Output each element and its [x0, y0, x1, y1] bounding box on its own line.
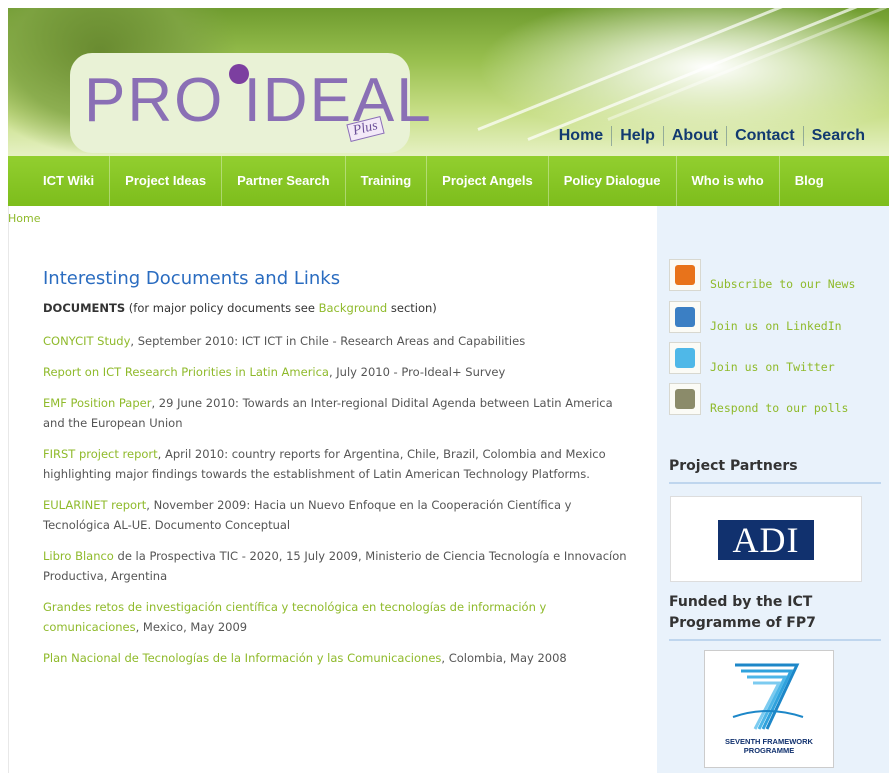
document-item: EMF Position Paper, 29 June 2010: Toward…: [43, 393, 633, 433]
content-left-border: [8, 206, 9, 773]
page-title: Interesting Documents and Links: [43, 268, 341, 289]
background-link[interactable]: Background: [319, 301, 388, 315]
twitter-link[interactable]: Join us on Twitter: [710, 360, 835, 374]
document-item: Report on ICT Research Priorities in Lat…: [43, 362, 633, 382]
document-description: , July 2010 - Pro-Ideal+ Survey: [328, 365, 506, 379]
social-item-twitter: Join us on Twitter: [669, 342, 889, 376]
breadcrumb-home-link[interactable]: Home: [8, 212, 40, 225]
document-link[interactable]: EULARINET report: [43, 498, 146, 512]
nav-partner-search[interactable]: Partner Search: [222, 156, 346, 206]
topnav-about-link[interactable]: About: [662, 126, 726, 146]
document-item: FIRST project report, April 2010: countr…: [43, 444, 633, 484]
main-navigation: ICT Wiki Project Ideas Partner Search Tr…: [8, 156, 889, 206]
document-description: , Mexico, May 2009: [135, 620, 248, 634]
twitter-icon[interactable]: [669, 342, 701, 374]
topnav-contact-link[interactable]: Contact: [726, 126, 803, 146]
document-link[interactable]: Plan Nacional de Tecnologías de la Infor…: [43, 651, 441, 665]
document-link[interactable]: EMF Position Paper: [43, 396, 151, 410]
logo-dot-graphic: [229, 64, 249, 84]
fp7-seven-logo-icon: [732, 663, 804, 730]
social-item-polls: Respond to our polls: [669, 383, 889, 417]
fp7-label: SEVENTH FRAMEWORK PROGRAMME: [725, 737, 813, 755]
top-navigation: Home Help About Contact Search: [551, 126, 873, 146]
documents-heading: DOCUMENTS: [43, 301, 126, 315]
document-link[interactable]: Report on ICT Research Priorities in Lat…: [43, 365, 329, 379]
social-item-linkedin: Join us on LinkedIn: [669, 301, 889, 335]
linkedin-link[interactable]: Join us on LinkedIn: [710, 319, 842, 333]
document-item: Grandes retos de investigación científic…: [43, 597, 633, 637]
fp7-logo-link[interactable]: SEVENTH FRAMEWORK PROGRAMME: [704, 650, 834, 768]
subscribe-news-link[interactable]: Subscribe to our News: [710, 277, 855, 291]
rss-icon[interactable]: [669, 259, 701, 291]
documents-intro: DOCUMENTS (for major policy documents se…: [43, 299, 633, 318]
nav-training[interactable]: Training: [346, 156, 428, 206]
partner-logo-link[interactable]: ADI: [670, 496, 862, 582]
document-item: Libro Blanco de la Prospectiva TIC - 202…: [43, 546, 633, 586]
document-link[interactable]: Grandes retos de investigación científic…: [43, 600, 546, 634]
document-link[interactable]: Libro Blanco: [43, 549, 114, 563]
main-content: Interesting Documents and Links DOCUMENT…: [43, 268, 633, 679]
adi-logo: ADI: [718, 520, 814, 560]
project-partners-heading: Project Partners: [669, 456, 881, 484]
nav-ict-wiki[interactable]: ICT Wiki: [28, 156, 111, 206]
nav-who-is-who[interactable]: Who is who: [677, 156, 780, 206]
nav-blog[interactable]: Blog: [780, 156, 839, 206]
document-description: de la Prospectiva TIC - 2020, 15 July 20…: [43, 549, 627, 583]
intro-text: (for major policy documents see: [125, 301, 319, 315]
topnav-help-link[interactable]: Help: [611, 126, 663, 146]
nav-policy-dialogue[interactable]: Policy Dialogue: [549, 156, 677, 206]
poll-icon[interactable]: [669, 383, 701, 415]
intro-text-end: section): [387, 301, 437, 315]
funded-by-heading: Funded by the ICT Programme of FP7: [669, 592, 881, 641]
document-link[interactable]: FIRST project report: [43, 447, 158, 461]
topnav-search-link[interactable]: Search: [802, 126, 873, 146]
social-item-news: Subscribe to our News: [669, 259, 889, 293]
document-description: , Colombia, May 2008: [441, 651, 567, 665]
site-header: PRO IDEAL Plus Home Help About Contact S…: [8, 8, 889, 156]
document-item: CONYCIT Study, September 2010: ICT ICT i…: [43, 331, 633, 351]
linkedin-icon[interactable]: [669, 301, 701, 333]
document-item: EULARINET report, November 2009: Hacia u…: [43, 495, 633, 535]
nav-project-angels[interactable]: Project Angels: [427, 156, 549, 206]
document-link[interactable]: CONYCIT Study: [43, 334, 130, 348]
topnav-home-link[interactable]: Home: [551, 126, 611, 146]
document-item: Plan Nacional de Tecnologías de la Infor…: [43, 648, 633, 668]
sidebar: Subscribe to our News Join us on LinkedI…: [657, 206, 889, 773]
document-description: , September 2010: ICT ICT in Chile - Res…: [130, 334, 526, 348]
nav-project-ideas[interactable]: Project Ideas: [110, 156, 223, 206]
polls-link[interactable]: Respond to our polls: [710, 401, 848, 415]
